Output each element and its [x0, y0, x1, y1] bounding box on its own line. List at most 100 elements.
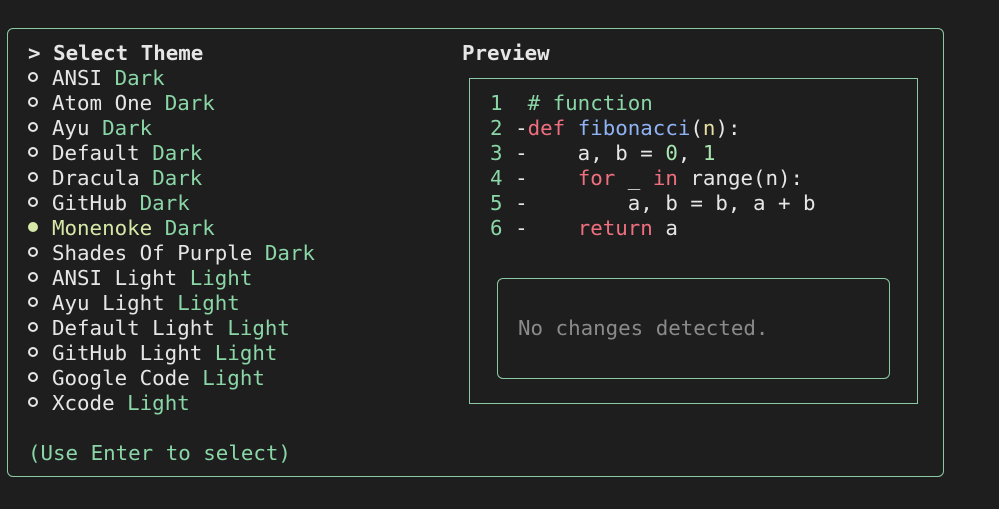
theme-option[interactable]: ANSI Light Light — [28, 266, 315, 291]
radio-unselected-icon — [28, 272, 38, 282]
code-token: ): — [715, 116, 741, 140]
diff-marker: - — [515, 216, 528, 240]
theme-option[interactable]: Xcode Light — [28, 391, 315, 416]
select-hint: (Use Enter to select) — [28, 441, 291, 465]
radio-unselected-icon — [28, 172, 38, 182]
line-number: 5 — [490, 191, 503, 215]
theme-option-name: GitHub Light — [52, 341, 203, 365]
diff-marker: - — [515, 141, 528, 165]
line-number: 6 — [490, 216, 503, 240]
theme-option-kind: Dark — [152, 166, 203, 190]
theme-option-kind: Light — [227, 316, 290, 340]
code-token: _ — [615, 166, 653, 190]
code-token: range(n): — [677, 166, 804, 190]
code-token: for — [577, 166, 616, 190]
radio-unselected-icon — [28, 122, 38, 132]
theme-option-name: ANSI — [52, 66, 103, 90]
code-line: 3 - a, b = 0, 1 — [490, 141, 816, 166]
diff-marker: - — [515, 166, 528, 190]
theme-list: > Select Theme ANSI Dark Atom One Dark Ayu… — [28, 41, 315, 416]
radio-unselected-icon — [28, 297, 38, 307]
theme-option-kind: Light — [177, 291, 240, 315]
theme-option[interactable]: Dracula Dark — [28, 166, 315, 191]
code-token: 0 — [665, 141, 678, 165]
theme-option[interactable]: Ayu Dark — [28, 116, 315, 141]
diff-marker: - — [515, 116, 528, 140]
diff-message: No changes detected. — [518, 316, 769, 340]
code-token: , — [677, 141, 703, 165]
code-token: a — [652, 216, 678, 240]
code-token: fibonacci — [577, 116, 691, 140]
theme-option-name: Monenoke — [52, 216, 153, 240]
code-token: 1 — [702, 141, 716, 165]
radio-unselected-icon — [28, 97, 38, 107]
code-token: ( — [690, 116, 703, 140]
theme-option[interactable]: ANSI Dark — [28, 66, 315, 91]
theme-option-name: Dracula — [52, 166, 140, 190]
code-line: 5 - a, b = b, a + b — [490, 191, 816, 216]
code-token: def — [527, 116, 566, 140]
theme-option-kind: Light — [202, 366, 265, 390]
theme-option-name: Ayu Light — [52, 291, 165, 315]
code-token: n — [702, 116, 716, 140]
code-token: return — [577, 216, 653, 240]
radio-unselected-icon — [28, 397, 38, 407]
line-number: 2 — [490, 116, 503, 140]
theme-option-kind: Dark — [164, 216, 215, 240]
theme-option-kind: Light — [214, 341, 278, 365]
line-number: 3 — [490, 141, 503, 165]
code-token: a, b = — [527, 141, 666, 165]
code-token: in — [652, 166, 678, 190]
diff-marker: - — [515, 191, 528, 215]
radio-unselected-icon — [28, 372, 38, 382]
theme-option[interactable]: Monenoke Dark — [28, 216, 315, 241]
radio-unselected-icon — [28, 197, 38, 207]
line-number: 1 — [490, 91, 503, 115]
theme-option-name: Atom One — [52, 91, 153, 115]
theme-option-name: Default — [52, 141, 140, 165]
theme-option[interactable]: Default Light Light — [28, 316, 315, 341]
code-line: 1 # function — [490, 91, 816, 116]
radio-selected-icon — [28, 222, 38, 232]
radio-unselected-icon — [28, 347, 38, 357]
code-preview: 1 # function 2 -def fibonacci(n): 3 - a, b… — [490, 91, 816, 241]
dialog-title: > Select Theme — [28, 41, 315, 66]
theme-option-kind: Dark — [264, 241, 315, 265]
preview-title: Preview — [462, 41, 550, 65]
theme-option[interactable]: Google Code Light — [28, 366, 315, 391]
theme-option-kind: Dark — [164, 91, 215, 115]
theme-option-kind: Dark — [139, 191, 190, 215]
dialog-title-text: Select Theme — [53, 41, 204, 65]
theme-option[interactable]: Atom One Dark — [28, 91, 315, 116]
diff-marker — [515, 91, 528, 115]
code-line: 2 -def fibonacci(n): — [490, 116, 816, 141]
code-token: a, b = b, a + b — [527, 191, 816, 215]
theme-option[interactable]: GitHub Dark — [28, 191, 315, 216]
theme-option-name: Default Light — [52, 316, 215, 340]
theme-option-name: Shades Of Purple — [52, 241, 253, 265]
theme-option-name: GitHub — [52, 191, 128, 215]
theme-option-kind: Dark — [102, 116, 153, 140]
theme-option[interactable]: Default Dark — [28, 141, 315, 166]
code-line: 6 - return a — [490, 216, 816, 241]
theme-option-name: Ayu — [52, 116, 90, 140]
theme-option[interactable]: Ayu Light Light — [28, 291, 315, 316]
theme-option[interactable]: Shades Of Purple Dark — [28, 241, 315, 266]
theme-option-kind: Dark — [152, 141, 203, 165]
theme-option-name: Google Code — [52, 366, 190, 390]
prompt-indicator: > — [28, 41, 41, 65]
radio-unselected-icon — [28, 72, 38, 82]
theme-option-name: ANSI Light — [52, 266, 178, 290]
radio-unselected-icon — [28, 247, 38, 257]
code-line: 4 - for _ in range(n): — [490, 166, 816, 191]
theme-option-kind: Light — [127, 391, 190, 415]
theme-option-kind: Light — [189, 266, 253, 290]
theme-option[interactable]: GitHub Light Light — [28, 341, 315, 366]
line-number: 4 — [490, 166, 503, 190]
radio-unselected-icon — [28, 147, 38, 157]
theme-option-kind: Dark — [114, 66, 165, 90]
theme-option-name: Xcode — [52, 391, 115, 415]
